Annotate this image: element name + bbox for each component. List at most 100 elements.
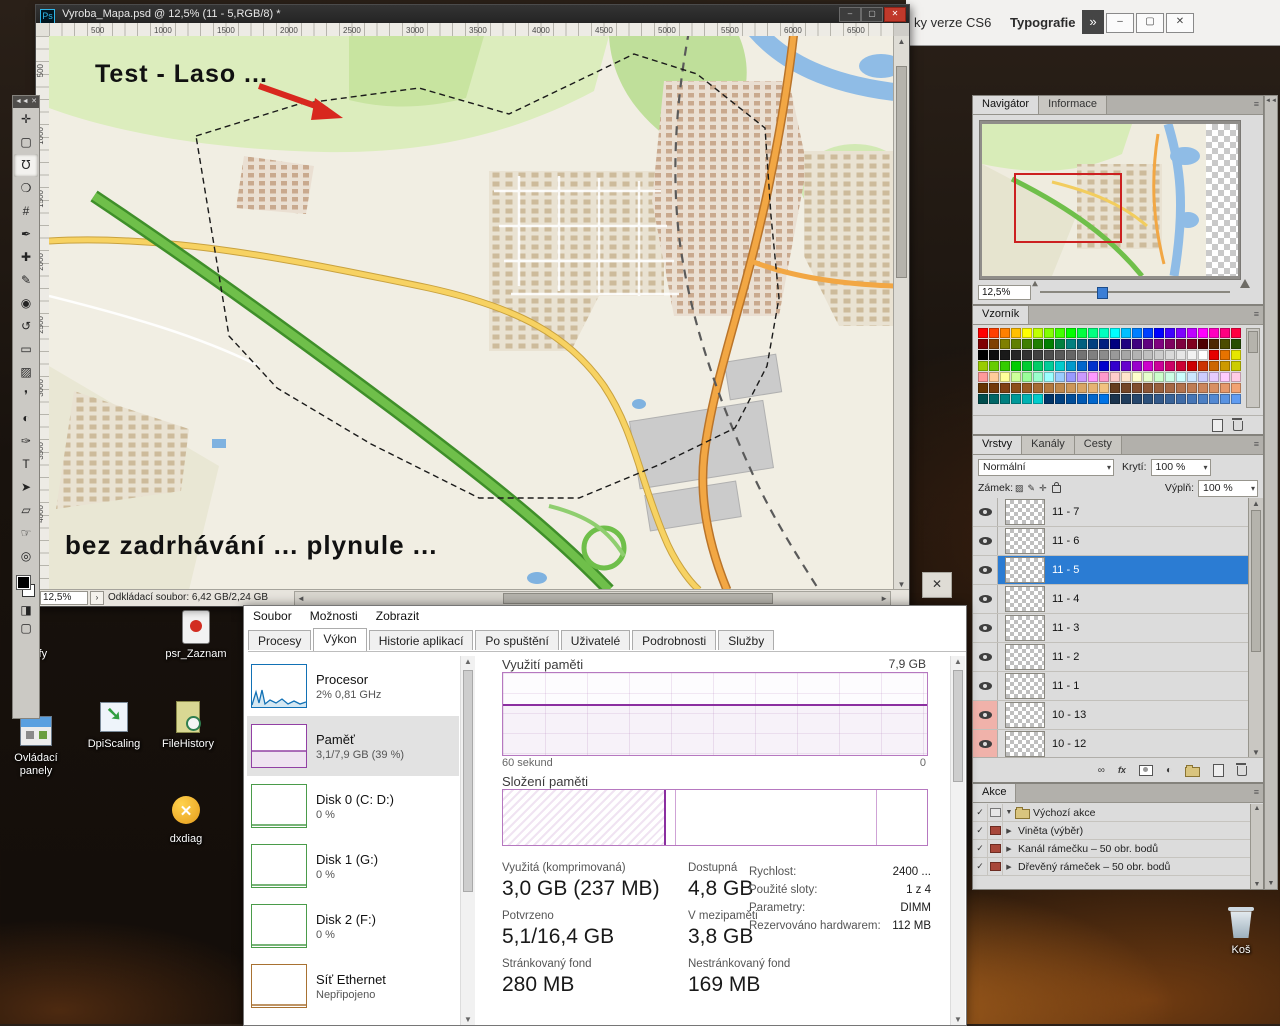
scroll-down-icon[interactable]: ▼ bbox=[1249, 748, 1263, 757]
maximize-button[interactable]: ▢ bbox=[1136, 13, 1164, 33]
scroll-down-icon[interactable]: ▼ bbox=[1265, 880, 1277, 887]
swatch[interactable] bbox=[1209, 383, 1219, 393]
swatch[interactable] bbox=[1011, 350, 1021, 360]
visibility-toggle[interactable] bbox=[973, 498, 998, 526]
swatch[interactable] bbox=[1121, 394, 1131, 404]
tab-sluzby[interactable]: Služby bbox=[718, 630, 774, 650]
swatch[interactable] bbox=[1176, 372, 1186, 382]
menu-item-partial[interactable]: ky verze CS6 bbox=[914, 15, 991, 30]
layer-row[interactable]: 11 - 3 bbox=[973, 614, 1249, 643]
swatch[interactable] bbox=[1154, 394, 1164, 404]
swatch[interactable] bbox=[1110, 328, 1120, 338]
swatch[interactable] bbox=[1176, 339, 1186, 349]
tab-informace[interactable]: Informace bbox=[1039, 96, 1107, 114]
marquee-tool[interactable]: ▢ bbox=[14, 131, 38, 154]
action-row[interactable]: ✓▶Viněta (výběr) bbox=[973, 822, 1251, 840]
scroll-down-icon[interactable]: ▼ bbox=[951, 1015, 965, 1024]
swatch[interactable] bbox=[1066, 394, 1076, 404]
scroll-down-icon[interactable]: ▼ bbox=[1251, 881, 1263, 888]
swatch[interactable] bbox=[1231, 372, 1241, 382]
swatch[interactable] bbox=[1110, 383, 1120, 393]
swatch[interactable] bbox=[989, 328, 999, 338]
quick-mask-button[interactable]: ◨ bbox=[14, 601, 38, 619]
path-selection-tool[interactable]: ➤ bbox=[14, 476, 38, 499]
swatch[interactable] bbox=[1132, 361, 1142, 371]
fill-field[interactable]: 100 % bbox=[1198, 480, 1258, 497]
swatch[interactable] bbox=[1143, 394, 1153, 404]
collapse-icon[interactable]: ◄◄ bbox=[15, 96, 29, 108]
swatch[interactable] bbox=[1077, 394, 1087, 404]
swatch[interactable] bbox=[1209, 372, 1219, 382]
panel-menu-icon[interactable]: ≡ bbox=[1250, 784, 1263, 802]
swatch[interactable] bbox=[978, 372, 988, 382]
swatch[interactable] bbox=[1033, 361, 1043, 371]
layer-row[interactable]: 11 - 6 bbox=[973, 527, 1249, 556]
action-checkbox[interactable]: ✓ bbox=[973, 840, 988, 857]
desktop-icon-ovladaci-panely[interactable]: Ovládací panely bbox=[0, 712, 72, 778]
swatch[interactable] bbox=[1143, 372, 1153, 382]
swatch[interactable] bbox=[1110, 350, 1120, 360]
swatch[interactable] bbox=[1121, 339, 1131, 349]
swatch[interactable] bbox=[1000, 361, 1010, 371]
layer-row[interactable]: 10 - 13 bbox=[973, 701, 1249, 730]
swatch[interactable] bbox=[1121, 350, 1131, 360]
swatch[interactable] bbox=[1209, 350, 1219, 360]
eyedropper-tool[interactable]: ✒ bbox=[14, 223, 38, 246]
swatch[interactable] bbox=[1209, 328, 1219, 338]
swatch[interactable] bbox=[1220, 372, 1230, 382]
swatch[interactable] bbox=[978, 339, 988, 349]
tm-sidebar-item-procesor[interactable]: Procesor2% 0,81 GHz bbox=[247, 656, 459, 716]
swatch[interactable] bbox=[1110, 361, 1120, 371]
status-options-icon[interactable]: › bbox=[90, 591, 104, 605]
swatch[interactable] bbox=[1033, 328, 1043, 338]
visibility-toggle[interactable] bbox=[973, 701, 998, 729]
swatch[interactable] bbox=[1044, 328, 1054, 338]
swatch[interactable] bbox=[1000, 372, 1010, 382]
blend-mode-select[interactable]: Normální bbox=[978, 459, 1114, 476]
new-swatch-icon[interactable] bbox=[1212, 419, 1223, 432]
swatch[interactable] bbox=[1110, 372, 1120, 382]
scrollbar-thumb[interactable] bbox=[463, 670, 473, 892]
swatch[interactable] bbox=[1055, 328, 1065, 338]
swatch[interactable] bbox=[989, 339, 999, 349]
visibility-toggle[interactable] bbox=[973, 585, 998, 613]
swatch[interactable] bbox=[1088, 339, 1098, 349]
swatch[interactable] bbox=[1077, 372, 1087, 382]
zoom-slider[interactable] bbox=[1040, 291, 1230, 293]
minimize-button[interactable]: – bbox=[1106, 13, 1134, 33]
tab-navigator[interactable]: Navigátor bbox=[973, 96, 1039, 114]
swatch[interactable] bbox=[1077, 350, 1087, 360]
navigator-view-rectangle[interactable] bbox=[1014, 173, 1122, 243]
action-dialog-toggle[interactable] bbox=[988, 804, 1003, 821]
menu-zobrazit[interactable]: Zobrazit bbox=[367, 606, 428, 623]
desktop-icon-dxdiag[interactable]: dxdiag bbox=[150, 793, 222, 846]
swatch[interactable] bbox=[1165, 394, 1175, 404]
close-icon[interactable]: ✕ bbox=[31, 96, 37, 108]
swatch[interactable] bbox=[1132, 350, 1142, 360]
scroll-down-icon[interactable]: ▼ bbox=[894, 580, 909, 589]
scroll-right-icon[interactable]: ► bbox=[880, 594, 888, 603]
close-icon[interactable]: ✕ bbox=[922, 572, 952, 598]
tm-sidebar-item-disk-1-g-[interactable]: Disk 1 (G:)0 % bbox=[247, 836, 459, 896]
scroll-up-icon[interactable]: ▲ bbox=[894, 37, 909, 46]
scroll-up-icon[interactable]: ▲ bbox=[1251, 805, 1263, 812]
zoom-tool[interactable]: ◎ bbox=[14, 545, 38, 568]
swatch[interactable] bbox=[1165, 361, 1175, 371]
swatch[interactable] bbox=[1187, 350, 1197, 360]
scroll-down-icon[interactable]: ▼ bbox=[461, 1015, 475, 1024]
swatch[interactable] bbox=[1198, 394, 1208, 404]
lock-transparency-icon[interactable]: ▨ bbox=[1015, 483, 1024, 494]
lock-position-icon[interactable]: ✛ bbox=[1039, 483, 1047, 494]
action-checkbox[interactable]: ✓ bbox=[973, 804, 988, 821]
swatch[interactable] bbox=[989, 372, 999, 382]
move-tool[interactable]: ✛ bbox=[14, 108, 38, 131]
swatch[interactable] bbox=[1077, 339, 1087, 349]
expand-arrow[interactable]: ▶ bbox=[1003, 863, 1015, 871]
swatch[interactable] bbox=[1231, 394, 1241, 404]
swatch[interactable] bbox=[1132, 394, 1142, 404]
swatch[interactable] bbox=[1088, 372, 1098, 382]
layer-row[interactable]: 11 - 2 bbox=[973, 643, 1249, 672]
tab-kanaly[interactable]: Kanály bbox=[1022, 436, 1075, 454]
swatch[interactable] bbox=[1000, 394, 1010, 404]
swatch[interactable] bbox=[1176, 394, 1186, 404]
